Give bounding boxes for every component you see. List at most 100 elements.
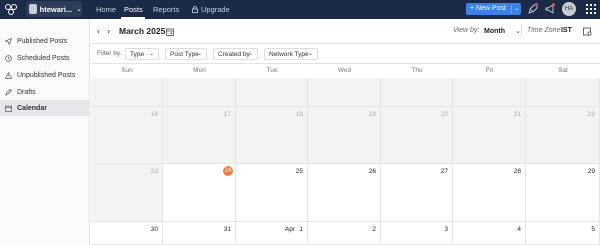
day-number: 3 xyxy=(444,226,448,233)
chevron-down-icon: ⌄ xyxy=(307,51,313,57)
chevron-down-icon: ⌄ xyxy=(247,51,253,57)
filter-created-by[interactable]: Created by ⌄ xyxy=(213,48,258,60)
brand-name: htewari... xyxy=(39,4,73,14)
new-post-label: + New Post xyxy=(470,5,506,12)
day-number: 30 xyxy=(150,226,158,233)
calendar-day-cell[interactable]: 18 xyxy=(236,107,308,164)
day-number: 25 xyxy=(295,168,303,175)
calendar-day-cell[interactable]: 17 xyxy=(163,107,236,164)
day-number: 19 xyxy=(368,111,376,118)
chevron-down-icon: ⌄ xyxy=(148,51,154,57)
calendar-day-cell[interactable]: 30 xyxy=(91,222,163,245)
calendar-day-cell[interactable]: 31 xyxy=(163,222,236,245)
day-number: 21 xyxy=(513,111,521,118)
day-number: 27 xyxy=(440,168,448,175)
calendar-day-cell[interactable] xyxy=(453,78,526,107)
user-avatar[interactable]: HA xyxy=(562,2,576,16)
calendar-day-cell[interactable]: 3 xyxy=(381,222,453,245)
calendar-day-cell[interactable] xyxy=(163,78,236,107)
calendar-day-cell[interactable]: 16 xyxy=(91,107,163,164)
calendar-day-cell[interactable]: Apr 1 xyxy=(236,222,308,245)
filter-type[interactable]: Type ⌄ xyxy=(125,48,159,60)
view-by-label: View by: xyxy=(453,27,480,34)
day-number: 18 xyxy=(295,111,303,118)
brand-switcher[interactable]: htewari... ⌄ xyxy=(26,1,82,17)
calendar-day-cell[interactable]: 5 xyxy=(526,222,600,245)
warning-icon xyxy=(5,71,12,79)
calendar-day-cell[interactable]: 4 xyxy=(453,222,526,245)
chevron-down-icon[interactable]: ⌄ xyxy=(514,3,519,15)
nav-reports[interactable]: Reports xyxy=(153,0,179,19)
calendar-day-cell[interactable]: 28 xyxy=(453,164,526,222)
timezone-label: Time Zone : xyxy=(527,27,565,34)
filter-post-type-label: Post Type xyxy=(170,51,199,58)
timezone-value[interactable]: IST xyxy=(561,27,572,34)
sidebar-item-unpublished-posts[interactable]: Unpublished Posts xyxy=(0,67,90,83)
calendar-day-cell[interactable] xyxy=(236,78,308,107)
calendar-header: ‹ › March 2025 View by: Month ⌄ Time Zone… xyxy=(91,19,600,44)
calendar-day-cell[interactable]: 21 xyxy=(453,107,526,164)
calendar-day-cell[interactable]: 2 xyxy=(308,222,381,245)
sidebar-item-label: Unpublished Posts xyxy=(17,71,76,79)
chevron-right-icon[interactable]: › xyxy=(107,26,110,36)
day-number: 29 xyxy=(587,168,595,175)
header-divider xyxy=(521,24,522,38)
sidebar: Published Posts Scheduled Posts Unpublis… xyxy=(0,19,90,245)
button-divider xyxy=(511,5,512,13)
calendar-day-cell[interactable] xyxy=(526,78,600,107)
sidebar-item-label: Scheduled Posts xyxy=(17,54,70,62)
calendar-day-cell[interactable] xyxy=(381,78,453,107)
sidebar-item-scheduled-posts[interactable]: Scheduled Posts xyxy=(0,50,90,66)
filter-type-label: Type xyxy=(130,51,145,58)
notification-dot xyxy=(535,3,538,6)
pencil-icon xyxy=(5,88,12,96)
day-number: 28 xyxy=(513,168,521,175)
calendar-picker-icon[interactable] xyxy=(166,28,174,36)
calendar-day-cell[interactable]: 23 xyxy=(91,164,163,222)
new-post-button[interactable]: + New Post ⌄ xyxy=(466,3,521,15)
calendar-day-cell[interactable]: 20 xyxy=(381,107,453,164)
day-number: 16 xyxy=(150,111,158,118)
calendar-day-cell[interactable]: 29 xyxy=(526,164,600,222)
sidebar-item-calendar[interactable]: Calendar xyxy=(0,100,90,116)
view-by-value: Month xyxy=(484,28,505,35)
day-of-week-header: Tue xyxy=(266,67,278,74)
view-by-select[interactable]: Month ⌄ xyxy=(484,27,521,35)
upgrade-link[interactable]: Upgrade xyxy=(192,0,230,19)
nav-home[interactable]: Home xyxy=(96,0,116,19)
day-of-week-header: Fri xyxy=(485,67,494,74)
calendar-day-cell[interactable]: 25 xyxy=(236,164,308,222)
day-number: 22 xyxy=(587,111,595,118)
brand-avatar xyxy=(29,4,37,14)
top-navigation-bar: htewari... ⌄ Home Posts Reports Upgrade … xyxy=(0,0,600,19)
sidebar-item-drafts[interactable]: Drafts xyxy=(0,84,90,100)
day-number: 20 xyxy=(440,111,448,118)
filter-post-type[interactable]: Post Type ⌄ xyxy=(165,48,207,60)
sidebar-item-label: Published Posts xyxy=(17,37,68,45)
calendar-settings-icon[interactable] xyxy=(583,27,592,36)
month-prefix-label: Apr xyxy=(284,226,295,233)
logo-icon[interactable] xyxy=(4,3,18,16)
apps-grid-icon[interactable] xyxy=(586,4,596,14)
calendar-day-cell[interactable]: 27 xyxy=(381,164,453,222)
sidebar-item-label: Calendar xyxy=(17,104,47,112)
calendar-icon xyxy=(5,105,12,112)
calendar-day-cell[interactable]: 19 xyxy=(308,107,381,164)
chevron-down-icon: ⌄ xyxy=(196,51,202,57)
calendar-day-cell[interactable]: 24 xyxy=(163,164,236,222)
filter-network-type[interactable]: Network Type ⌄ xyxy=(264,48,318,60)
day-of-week-header: Thu xyxy=(411,67,423,74)
calendar-day-cell[interactable] xyxy=(308,78,381,107)
calendar-day-cell[interactable] xyxy=(91,78,163,107)
day-of-week-header: Wed xyxy=(337,67,352,74)
filter-network-type-label: Network Type xyxy=(269,51,309,58)
month-calendar-grid: Sun Mon Tue Wed Thu Fri Sat 16 17 18 19 20 21 22 23 24 2… xyxy=(91,64,600,245)
day-number: 17 xyxy=(223,111,231,118)
calendar-day-cell[interactable]: 26 xyxy=(308,164,381,222)
calendar-day-cell[interactable]: 22 xyxy=(526,107,600,164)
paper-plane-icon xyxy=(5,37,12,45)
chevron-left-icon[interactable]: ‹ xyxy=(97,26,100,36)
sidebar-item-published-posts[interactable]: Published Posts xyxy=(0,33,90,49)
day-of-week-header: Sat xyxy=(558,67,568,74)
filter-bar: Filter by: Type ⌄ Post Type ⌄ Created by ⌄ … xyxy=(91,44,600,64)
